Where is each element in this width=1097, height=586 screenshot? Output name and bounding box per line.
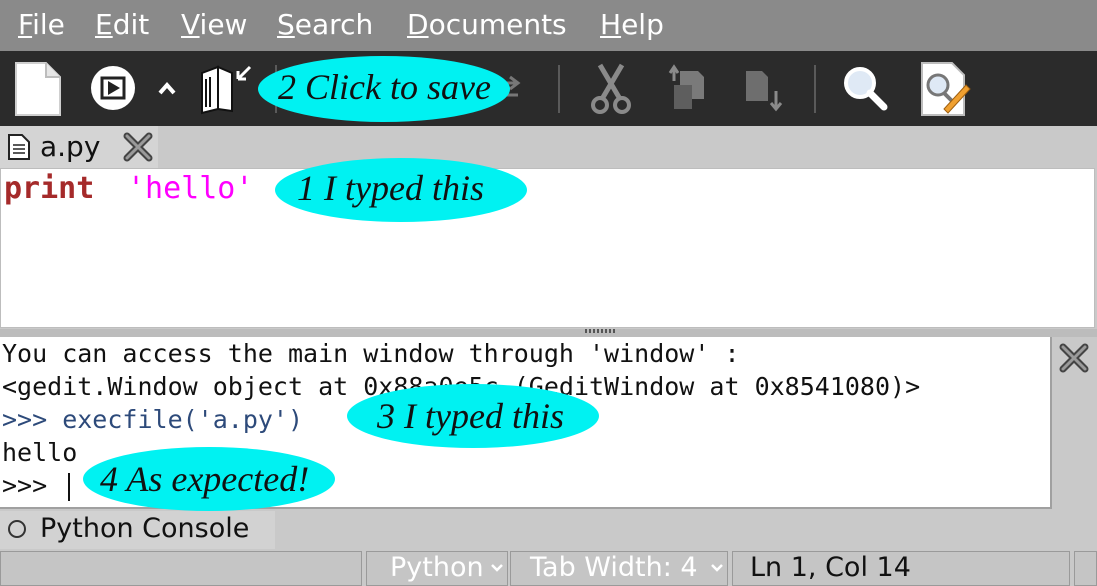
language-label: Python bbox=[390, 552, 484, 583]
tab-label: a.py bbox=[40, 130, 101, 163]
status-message bbox=[0, 551, 362, 586]
menu-search[interactable]: Search bbox=[277, 8, 373, 41]
menu-file[interactable]: File bbox=[18, 8, 65, 41]
close-icon[interactable] bbox=[122, 131, 154, 163]
annotation-text: 1 I typed this bbox=[297, 168, 484, 208]
close-icon[interactable] bbox=[1056, 340, 1092, 376]
new-document-icon[interactable] bbox=[10, 51, 66, 126]
save-book-icon[interactable] bbox=[192, 51, 256, 126]
console-prompt: >>> bbox=[2, 471, 63, 500]
chevron-down-icon bbox=[711, 564, 723, 572]
text-cursor bbox=[68, 473, 70, 501]
tab-width-label: Tab Width: 4 bbox=[530, 552, 698, 583]
up-arrow-icon[interactable] bbox=[152, 51, 182, 126]
cursor-position-label: Ln 1, Col 14 bbox=[750, 552, 911, 583]
console-line: You can access the main window through '… bbox=[2, 339, 740, 368]
annotation-text: 2 Click to save bbox=[278, 67, 491, 107]
annotation-text: 3 I typed this bbox=[377, 396, 564, 436]
menubar: File Edit View Search Documents Help bbox=[0, 0, 1097, 51]
code-string: 'hello' bbox=[127, 171, 254, 206]
text-file-icon bbox=[8, 134, 30, 160]
radio-icon bbox=[8, 520, 26, 538]
toolbar-separator bbox=[558, 65, 560, 113]
find-replace-icon[interactable] bbox=[914, 51, 974, 126]
status-extra bbox=[1074, 551, 1097, 586]
menu-view[interactable]: View bbox=[181, 8, 247, 41]
menu-help[interactable]: Help bbox=[600, 8, 664, 41]
copy-icon[interactable] bbox=[664, 51, 714, 126]
chevron-down-icon bbox=[491, 564, 503, 572]
code-keyword: print bbox=[4, 171, 95, 206]
run-icon[interactable] bbox=[86, 51, 140, 126]
divider-grip[interactable] bbox=[585, 329, 617, 333]
annotation-text: 4 As expected! bbox=[100, 459, 310, 499]
menu-documents[interactable]: Documents bbox=[407, 8, 567, 41]
toolbar-separator bbox=[814, 65, 816, 113]
menu-edit[interactable]: Edit bbox=[95, 8, 149, 41]
toolbar bbox=[0, 51, 1097, 126]
panel-tab-label: Python Console bbox=[40, 513, 250, 544]
console-line: >>> execfile('a.py') bbox=[2, 405, 304, 434]
console-line: hello bbox=[2, 438, 78, 467]
tab-strip bbox=[0, 126, 1097, 168]
pane-divider[interactable] bbox=[0, 329, 1097, 337]
find-icon[interactable] bbox=[838, 51, 892, 126]
paste-icon[interactable] bbox=[740, 51, 786, 126]
cut-icon[interactable] bbox=[586, 51, 636, 126]
